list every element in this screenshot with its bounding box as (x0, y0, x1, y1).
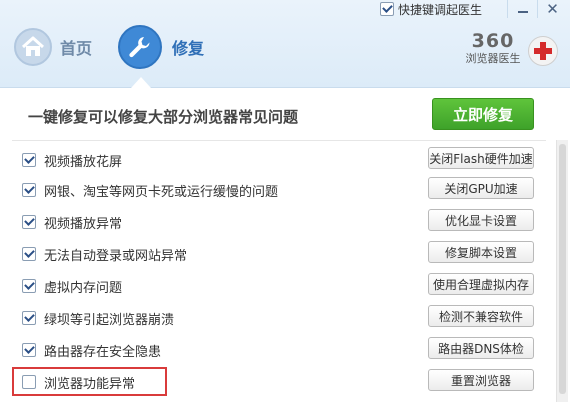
quick-launch-checkbox[interactable] (380, 2, 394, 16)
brand-logo: 360 浏览器医生 (458, 30, 528, 66)
issue-row: 网银、淘宝等网页卡死或运行缓慢的问题 关闭GPU加速 (22, 177, 542, 203)
issue-row: 视频播放异常 优化显卡设置 (22, 209, 542, 235)
issue-action-button[interactable]: 优化显卡设置 (428, 209, 534, 231)
issue-label: 无法自动登录或网站异常 (44, 248, 188, 264)
nav-repair[interactable]: 修复 (118, 25, 204, 69)
medical-cross-icon (528, 36, 558, 66)
close-button[interactable]: ✕ (537, 0, 567, 18)
home-icon (14, 28, 52, 66)
nav-home[interactable]: 首页 (14, 28, 92, 66)
wrench-icon (118, 25, 162, 69)
issue-action-button[interactable]: 检测不兼容软件 (428, 305, 534, 327)
scrollbar[interactable] (556, 140, 568, 402)
divider (12, 140, 546, 141)
issue-checkbox[interactable] (22, 183, 36, 197)
brand-number: 360 (471, 30, 515, 52)
header-bar: 快捷键调起医生 ✕ 首页 修复 360 浏览器医生 (0, 0, 570, 88)
issue-label: 路由器存在安全隐患 (44, 344, 162, 360)
issue-action-button[interactable]: 修复脚本设置 (428, 241, 534, 263)
issue-checkbox[interactable] (22, 343, 36, 357)
minimize-button[interactable] (507, 0, 537, 18)
issue-checkbox[interactable] (22, 153, 36, 167)
issue-label: 绿坝等引起浏览器崩溃 (44, 312, 175, 328)
issue-row: 无法自动登录或网站异常 修复脚本设置 (22, 241, 542, 267)
issue-row: 虚拟内存问题 使用合理虚拟内存 (22, 273, 542, 299)
issue-label: 网银、淘宝等网页卡死或运行缓慢的问题 (44, 184, 279, 200)
issue-row: 路由器存在安全隐患 路由器DNS体检 (22, 337, 542, 363)
quick-launch-label: 快捷键调起医生 (398, 2, 483, 17)
issue-label: 视频播放花屏 (44, 154, 123, 170)
issue-label: 虚拟内存问题 (44, 280, 123, 296)
issue-action-button[interactable]: 使用合理虚拟内存 (428, 273, 534, 295)
issue-action-button[interactable]: 重置浏览器 (428, 369, 534, 391)
issue-row: 视频播放花屏 关闭Flash硬件加速 (22, 147, 542, 173)
issue-action-button[interactable]: 路由器DNS体检 (428, 337, 534, 359)
highlight-box (12, 367, 167, 396)
quick-launch-option[interactable]: 快捷键调起医生 (380, 1, 482, 17)
issue-action-button[interactable]: 关闭Flash硬件加速 (428, 147, 534, 169)
issue-checkbox[interactable] (22, 247, 36, 261)
scrollbar-thumb[interactable] (559, 144, 566, 394)
fix-now-button[interactable]: 立即修复 (432, 98, 534, 130)
nav-home-label: 首页 (60, 39, 93, 58)
issue-action-button[interactable]: 关闭GPU加速 (428, 177, 534, 199)
nav-repair-label: 修复 (172, 39, 205, 58)
issue-checkbox[interactable] (22, 279, 36, 293)
issue-checkbox[interactable] (22, 215, 36, 229)
minimize-icon (517, 11, 528, 13)
close-icon: ✕ (546, 0, 559, 18)
issue-label: 视频播放异常 (44, 216, 123, 232)
banner-text: 一键修复可以修复大部分浏览器常见问题 (28, 108, 299, 126)
issue-checkbox[interactable] (22, 311, 36, 325)
active-tab-pointer (131, 77, 151, 88)
issue-row: 绿坝等引起浏览器崩溃 检测不兼容软件 (22, 305, 542, 331)
brand-subtitle: 浏览器医生 (465, 52, 521, 65)
